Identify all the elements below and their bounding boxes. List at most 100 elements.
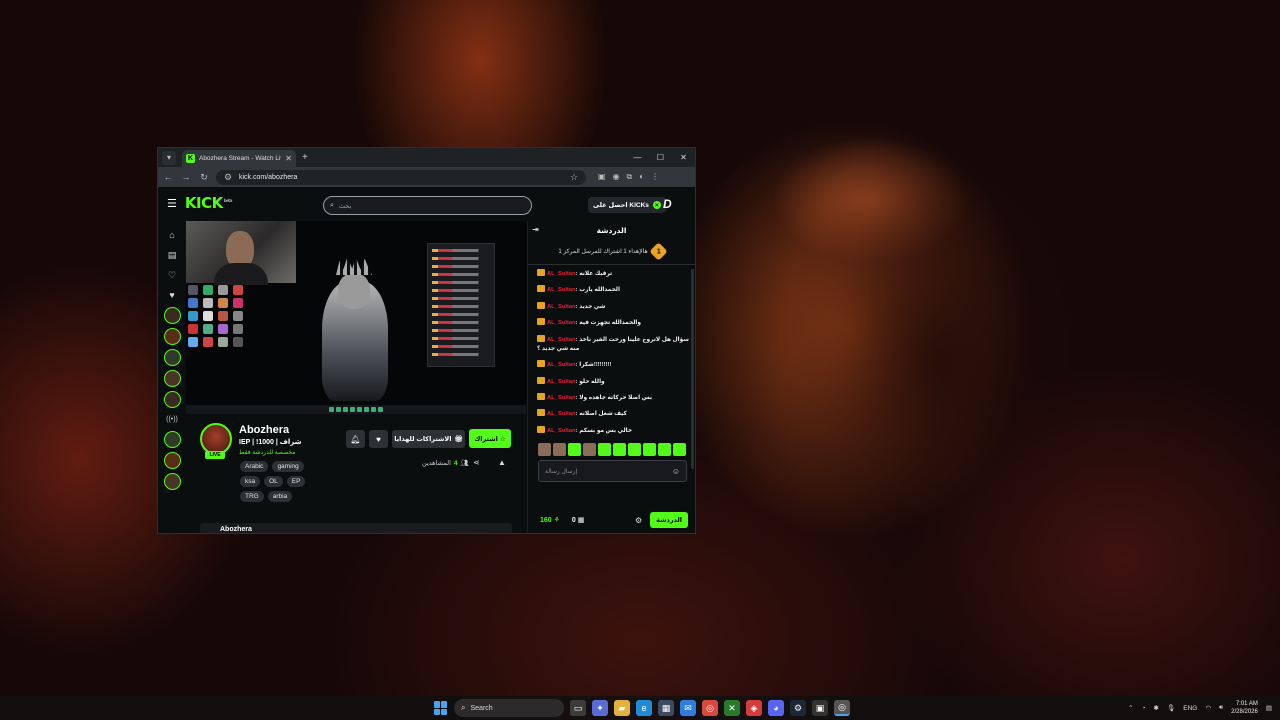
chat-username[interactable]: AL_Sultan [547,337,576,343]
chat-username[interactable]: AL_Sultan [547,362,576,368]
mail-icon[interactable]: ✉ [680,700,696,716]
subscribe-button[interactable]: اشتراك ☆ [469,429,511,448]
emote[interactable] [643,443,656,456]
chat-username[interactable]: AL_Sultan [547,411,576,417]
minimize-button[interactable]: — [626,148,649,167]
home-icon[interactable]: ⌂ [169,227,174,243]
emote[interactable] [538,443,551,456]
app-icon[interactable]: ◈ [746,700,762,716]
chat-username[interactable]: AL_Sultan [547,379,576,385]
followed-channel-avatar[interactable] [163,391,181,408]
chat-scrollbar[interactable] [691,269,694,469]
hamburger-menu-icon[interactable]: ☰ [167,197,177,210]
gift-subs-button[interactable]: الاشتراكات للهدايا 🎁︎ [392,430,465,448]
recommended-channel-avatar[interactable] [163,431,181,448]
profile-icon[interactable]: ◐ [639,172,644,182]
browse-icon[interactable]: ▤ [168,247,177,263]
url-text[interactable]: kick.com/abozhera [239,174,563,181]
emote[interactable] [673,443,686,456]
followed-channel-avatar[interactable] [163,307,181,324]
collapse-chat-icon[interactable]: ⇥ [532,225,539,234]
user-menu-avatar[interactable]: D [663,197,672,211]
chat-username[interactable]: AL_Sultan [547,428,576,434]
bookmark-star-icon[interactable]: ☆ [568,172,580,183]
site-info-icon[interactable]: ⚙ [222,172,234,183]
channel-points[interactable]: 160 ⚘ [540,516,560,524]
store-icon[interactable]: ▦ [658,700,674,716]
copilot-icon[interactable]: ✦ [592,700,608,716]
emote[interactable] [583,443,596,456]
start-windows-icon[interactable] [434,701,448,715]
chat-username[interactable]: AL_Sultan [547,395,576,401]
tag[interactable]: arbia [267,491,293,502]
followed-channel-avatar[interactable] [163,370,181,387]
chat-message-input[interactable]: إرسال رسالة ☺ [538,460,687,482]
extension-1-icon[interactable]: ▣ [598,172,606,182]
tab-close-icon[interactable]: ✕ [285,154,292,163]
followed-channel-avatar[interactable] [163,349,181,366]
discord-icon[interactable]: ◕ [768,700,784,716]
video-player[interactable] [186,221,526,414]
stream-category[interactable]: مخصصة للدردشة فقط [239,449,295,456]
wifi-icon[interactable]: ◠ [1205,704,1211,712]
chrome-active-icon[interactable]: ◎ [834,700,850,716]
volume-icon[interactable]: 🔊︎ [1219,704,1223,712]
notifications-bell-button[interactable]: 🔔︎ [346,430,365,448]
channel-name[interactable]: Abozhera [239,424,289,436]
emote[interactable] [613,443,626,456]
chat-username[interactable]: AL_Sultan [547,271,576,277]
tag[interactable]: gaming [272,461,304,472]
microphone-icon[interactable]: 🎙︎ [1167,704,1175,712]
favorites-heart-icon[interactable]: ♥ [169,287,174,303]
kick-logo[interactable]: KICKbeta [185,194,233,212]
close-window-button[interactable]: ✕ [672,148,695,167]
emote[interactable] [568,443,581,456]
following-icon[interactable]: ♡ [168,267,176,283]
chat-settings-gear-icon[interactable]: ⚙ [635,516,642,525]
emote[interactable] [598,443,611,456]
maximize-button[interactable]: ☐ [649,148,672,167]
notifications-icon[interactable]: ▤ [1266,704,1272,712]
network-icon[interactable]: ◔ [1142,705,1146,712]
taskbar-search[interactable]: ⌕ Search [454,699,564,717]
follow-heart-button[interactable]: ♥ [369,430,388,448]
search-input[interactable]: ⌕ بحث [323,196,532,215]
tab-search-button[interactable]: ▾ [162,150,176,165]
forward-icon[interactable]: → [180,172,192,182]
reload-icon[interactable]: ↻ [198,172,210,183]
steam-icon[interactable]: ⚙ [790,700,806,716]
share-icon[interactable]: ⋖ [473,458,480,467]
xbox-icon[interactable]: ✕ [724,700,740,716]
task-view-icon[interactable]: ▭ [570,700,586,716]
tag[interactable]: TRG [240,491,264,502]
app-icon[interactable]: ▣ [812,700,828,716]
kicks-balance[interactable]: 0 ▦ [572,516,584,524]
chrome-icon[interactable]: ◎ [702,700,718,716]
recommended-channel-avatar[interactable] [163,452,181,469]
clock[interactable]: 7:01 AM 2/28/2026 [1231,700,1258,716]
tray-chevron-icon[interactable]: ⌃ [1128,704,1133,712]
bluetooth-icon[interactable]: ✱ [1154,704,1159,712]
edge-icon[interactable]: e [636,700,652,716]
tag[interactable]: ksa [240,476,261,487]
active-tab[interactable]: K Abozhera Stream - Watch Live ✕ [182,150,296,167]
followed-channel-avatar[interactable] [163,328,181,345]
tag[interactable]: EP [286,476,306,487]
tag[interactable]: OL [264,476,283,487]
report-icon[interactable]: ▲ [498,458,506,467]
emoji-picker-icon[interactable]: ☺ [672,467,680,476]
chat-username[interactable]: AL_Sultan [547,304,576,310]
chat-username[interactable]: AL_Sultan [547,320,576,326]
browser-menu-icon[interactable]: ⋮ [651,172,659,182]
back-icon[interactable]: ← [162,172,174,182]
emote[interactable] [658,443,671,456]
emote[interactable] [553,443,566,456]
extension-2-icon[interactable]: ◉ [613,172,620,182]
omnibox[interactable]: ⚙ kick.com/abozhera ☆ [216,169,586,185]
new-tab-button[interactable]: + [302,152,308,163]
chat-send-button[interactable]: الدردشة [650,512,688,528]
emote[interactable] [628,443,641,456]
chat-username[interactable]: AL_Sultan [547,287,576,293]
file-explorer-icon[interactable]: ▰ [614,700,630,716]
tag[interactable]: Arabic [240,461,269,472]
